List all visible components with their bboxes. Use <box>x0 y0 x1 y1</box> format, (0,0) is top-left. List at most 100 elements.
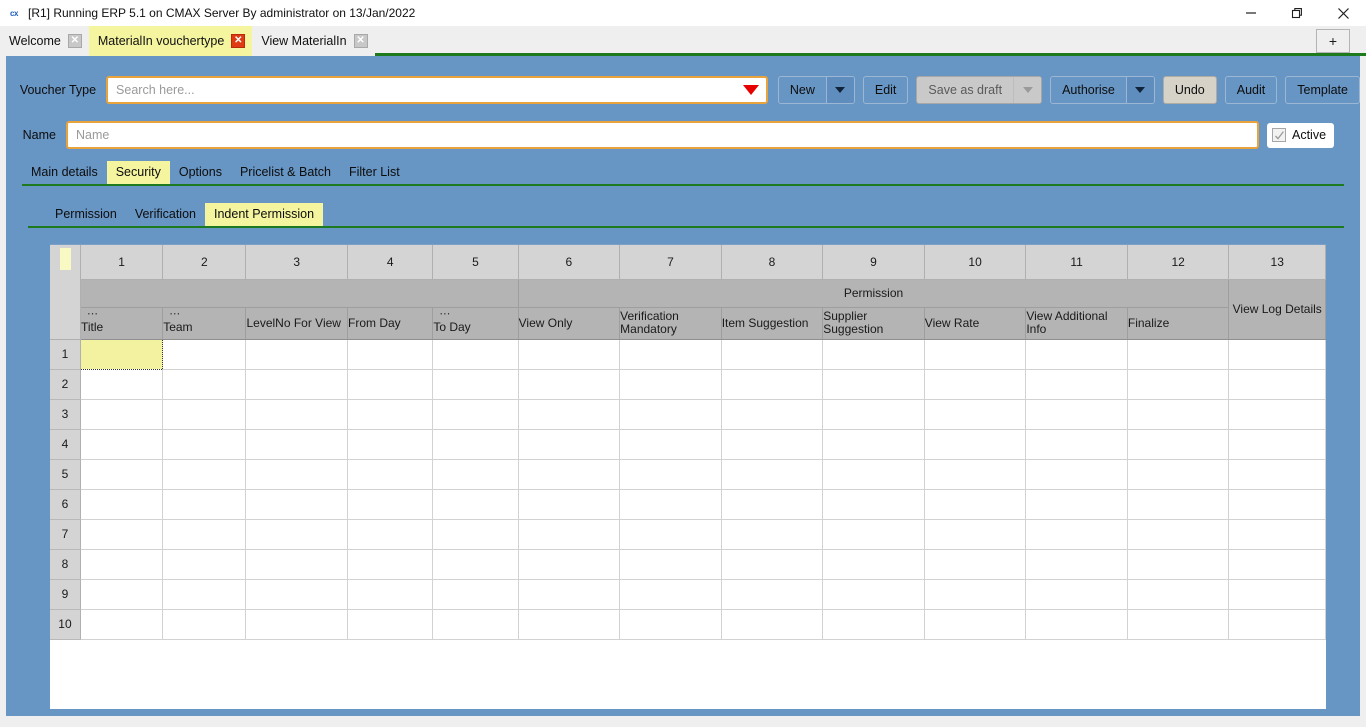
column-header-to-day[interactable]: ⋯ To Day <box>432 307 519 340</box>
grid-cell[interactable] <box>432 519 519 550</box>
grid-cell[interactable] <box>1228 579 1326 610</box>
table-row[interactable]: 6 <box>50 489 1326 520</box>
table-row[interactable]: 8 <box>50 549 1326 580</box>
grid-cell[interactable] <box>1228 429 1326 460</box>
grid-cell[interactable] <box>924 609 1027 640</box>
grid-cell[interactable] <box>347 489 434 520</box>
search-input[interactable] <box>108 78 736 102</box>
grid-cell[interactable] <box>347 609 434 640</box>
grid-cell[interactable] <box>80 549 164 580</box>
grid-cell[interactable] <box>924 339 1027 370</box>
grid-cell[interactable] <box>162 429 247 460</box>
grid-cell[interactable] <box>245 339 349 370</box>
grid-cell[interactable] <box>822 519 925 550</box>
table-row[interactable]: 1 <box>50 338 1326 370</box>
column-header-from-day[interactable]: From Day <box>347 307 434 340</box>
grid-cell[interactable] <box>347 459 434 490</box>
col-number-7[interactable]: 7 <box>619 245 722 280</box>
grid-cell[interactable] <box>432 489 519 520</box>
edit-button[interactable]: Edit <box>862 76 909 104</box>
grid-cell[interactable] <box>80 579 164 610</box>
table-row[interactable]: 5 <box>50 459 1326 490</box>
grid-cell[interactable] <box>518 399 621 430</box>
grid-cell[interactable] <box>822 489 925 520</box>
grid-cell[interactable] <box>80 519 164 550</box>
grid-cell[interactable] <box>721 549 824 580</box>
grid-cell[interactable] <box>162 369 247 400</box>
grid-cell[interactable] <box>721 519 824 550</box>
tab-filter-list[interactable]: Filter List <box>340 161 409 184</box>
grid-cell[interactable] <box>347 339 434 370</box>
close-icon[interactable]: ✕ <box>67 34 82 48</box>
col-number-4[interactable]: 4 <box>347 245 434 280</box>
grid-cell[interactable] <box>619 519 722 550</box>
grid-cell[interactable] <box>619 579 722 610</box>
grid-cell[interactable] <box>1127 399 1230 430</box>
grid-cell[interactable] <box>432 429 519 460</box>
subtab-permission[interactable]: Permission <box>46 203 126 226</box>
subtab-verification[interactable]: Verification <box>126 203 205 226</box>
tab-options[interactable]: Options <box>170 161 231 184</box>
grid-cell[interactable] <box>619 459 722 490</box>
row-number[interactable]: 3 <box>50 399 81 430</box>
grid-cell[interactable] <box>1228 609 1326 640</box>
grid-cell[interactable] <box>162 489 247 520</box>
close-icon[interactable]: ✕ <box>231 34 246 48</box>
column-header-view-rate[interactable]: View Rate <box>924 307 1027 340</box>
row-number[interactable]: 8 <box>50 549 81 580</box>
grid-cell[interactable] <box>245 429 349 460</box>
close-icon[interactable]: ✕ <box>353 34 368 48</box>
col-number-1[interactable]: 1 <box>80 245 164 280</box>
col-number-12[interactable]: 12 <box>1127 245 1230 280</box>
row-number[interactable]: 10 <box>50 609 81 640</box>
name-field[interactable] <box>68 123 1257 147</box>
column-header-item-suggestion[interactable]: Item Suggestion <box>721 307 824 340</box>
grid-cell[interactable] <box>1228 399 1326 430</box>
indent-permission-grid[interactable]: 1 2 3 4 5 6 7 8 9 10 11 12 13 Permission… <box>50 244 1326 709</box>
grid-cell[interactable] <box>432 549 519 580</box>
grid-cell[interactable] <box>432 369 519 400</box>
grid-cell[interactable] <box>1025 549 1128 580</box>
grid-cell[interactable] <box>518 519 621 550</box>
voucher-type-search[interactable] <box>106 76 768 104</box>
grid-cell[interactable] <box>1127 519 1230 550</box>
col-number-10[interactable]: 10 <box>924 245 1027 280</box>
active-checkbox[interactable] <box>1272 128 1286 142</box>
column-header-view-log-details[interactable]: View Log Details <box>1228 279 1326 340</box>
row-number[interactable]: 6 <box>50 489 81 520</box>
grid-cell[interactable] <box>822 399 925 430</box>
grid-cell[interactable] <box>1228 489 1326 520</box>
grid-cell[interactable] <box>245 549 349 580</box>
doc-tab-welcome[interactable]: Welcome ✕ <box>0 26 89 56</box>
col-number-6[interactable]: 6 <box>518 245 621 280</box>
row-number[interactable]: 1 <box>50 339 81 370</box>
grid-cell[interactable] <box>1228 549 1326 580</box>
grid-cell[interactable] <box>518 429 621 460</box>
col-number-8[interactable]: 8 <box>721 245 824 280</box>
column-header-title[interactable]: ⋯ Title <box>80 307 164 340</box>
grid-cell[interactable] <box>822 609 925 640</box>
grid-cell[interactable] <box>619 489 722 520</box>
grid-cell[interactable] <box>1127 609 1230 640</box>
name-field-wrapper[interactable] <box>66 121 1259 149</box>
col-number-5[interactable]: 5 <box>432 245 519 280</box>
column-header-verification-mandatory[interactable]: Verification Mandatory <box>619 307 722 340</box>
grid-cell[interactable] <box>1025 489 1128 520</box>
grid-cell[interactable] <box>1127 549 1230 580</box>
column-header-finalize[interactable]: Finalize <box>1127 307 1230 340</box>
grid-cell[interactable] <box>1127 489 1230 520</box>
table-row[interactable]: 4 <box>50 429 1326 460</box>
grid-cell[interactable] <box>721 609 824 640</box>
doc-tab-view-materialin[interactable]: View MaterialIn ✕ <box>252 26 375 56</box>
grid-cell[interactable] <box>1025 579 1128 610</box>
row-number[interactable]: 2 <box>50 369 81 400</box>
grid-cell[interactable] <box>619 369 722 400</box>
grid-cell[interactable] <box>1025 399 1128 430</box>
grid-cell[interactable] <box>518 549 621 580</box>
filter-dots-icon[interactable]: ⋯ <box>87 308 99 319</box>
grid-cell[interactable] <box>721 459 824 490</box>
minimize-icon[interactable] <box>1228 0 1274 26</box>
grid-cell[interactable] <box>924 549 1027 580</box>
grid-cell[interactable] <box>924 579 1027 610</box>
grid-cell[interactable] <box>347 579 434 610</box>
